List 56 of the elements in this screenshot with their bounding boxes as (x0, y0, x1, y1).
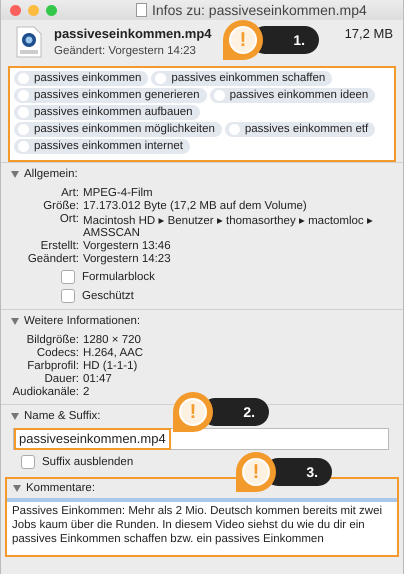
checkbox[interactable] (61, 270, 75, 284)
tag-token[interactable]: passives einkommen (14, 71, 148, 86)
checkbox-label: Geschützt (82, 290, 134, 302)
tag-token[interactable]: passives einkommen ideen (210, 88, 376, 103)
movie-file-icon (16, 26, 42, 58)
section-title: Name & Suffix: (24, 410, 100, 422)
callout-marker: ! (173, 392, 213, 432)
tag-token[interactable]: passives einkommen möglichkeiten (14, 122, 222, 137)
minimize-button[interactable] (28, 4, 39, 16)
checkbox[interactable] (21, 455, 35, 469)
field-value: Vorgestern 14:23 (83, 253, 172, 265)
field-label: Erstellt: (40, 240, 79, 252)
document-icon (136, 3, 147, 17)
field-label: Audiokanäle: (12, 386, 79, 398)
checkbox-label: Formularblock (82, 271, 155, 283)
field-value: 2 (83, 386, 90, 398)
field-value: Macintosh HD ▸ Benutzer ▸ thomasorthey ▸ mactomloc ▸ AMSSCAN (83, 214, 374, 239)
field-value: 01:47 (83, 373, 113, 385)
checkbox[interactable] (61, 289, 75, 303)
section-title: Kommentare: (26, 482, 96, 494)
tag-token[interactable]: passives einkommen internet (14, 139, 190, 154)
field-label: Dauer: (43, 373, 79, 385)
field-label: Größe: (42, 200, 79, 212)
field-label: Ort: (58, 213, 79, 227)
field-value: 1280 × 720 (83, 334, 142, 346)
zoom-button[interactable] (46, 4, 57, 16)
callout-marker: ! (223, 20, 263, 60)
tag-token[interactable]: passives einkommen etf (224, 122, 376, 137)
field-value: H.264, AAC (83, 347, 144, 359)
field-value: 17.173.012 Byte (17,2 MB auf dem Volume) (83, 200, 308, 212)
comment-field[interactable]: Passives Einkommen: Mehr als 2 Mio. Deutsch kommen bereits mit zwei Jobs kaum über die Runden. In diesem Video siehst du wie du dir ein passives Einkommen schaffen bzw. ein passives Einkommen (7, 498, 397, 555)
tag-token[interactable]: passives einkommen schaffen (151, 71, 332, 86)
file-name: passiveseinkommen.mp4 (54, 26, 212, 41)
callout-marker: ! (236, 452, 276, 492)
tags-field[interactable] (8, 66, 396, 162)
field-label: Farbprofil: (26, 360, 79, 372)
tag-token[interactable]: passives einkommen generieren (14, 88, 207, 103)
field-value: HD (1-1-1) (83, 360, 138, 372)
disclosure-triangle-icon[interactable] (11, 170, 19, 178)
close-button[interactable] (10, 4, 21, 16)
field-label: Codecs: (36, 347, 79, 359)
modified-date: Geändert: Vorgestern 14:23 (54, 45, 197, 57)
disclosure-triangle-icon[interactable] (11, 318, 19, 324)
name-field[interactable]: passiveseinkommen.mp4 (13, 428, 389, 450)
checkbox-label: Suffix ausblenden (42, 456, 134, 468)
field-label: Geändert: (26, 253, 79, 265)
section-title: Allgemein: (24, 168, 78, 180)
field-value: Vorgestern 13:46 (83, 240, 172, 252)
section-title: Weitere Informationen: (24, 315, 140, 327)
field-label: Art: (60, 187, 79, 199)
field-value: MPEG-4-Film (83, 187, 154, 199)
tag-token[interactable]: passives einkommen aufbauen (14, 105, 200, 120)
disclosure-triangle-icon[interactable] (11, 412, 19, 420)
window-title: Infos zu: passiveseinkommen.mp4 (152, 2, 367, 18)
field-label: Bildgröße: (26, 334, 79, 346)
file-size: 17,2 MB (344, 26, 393, 41)
